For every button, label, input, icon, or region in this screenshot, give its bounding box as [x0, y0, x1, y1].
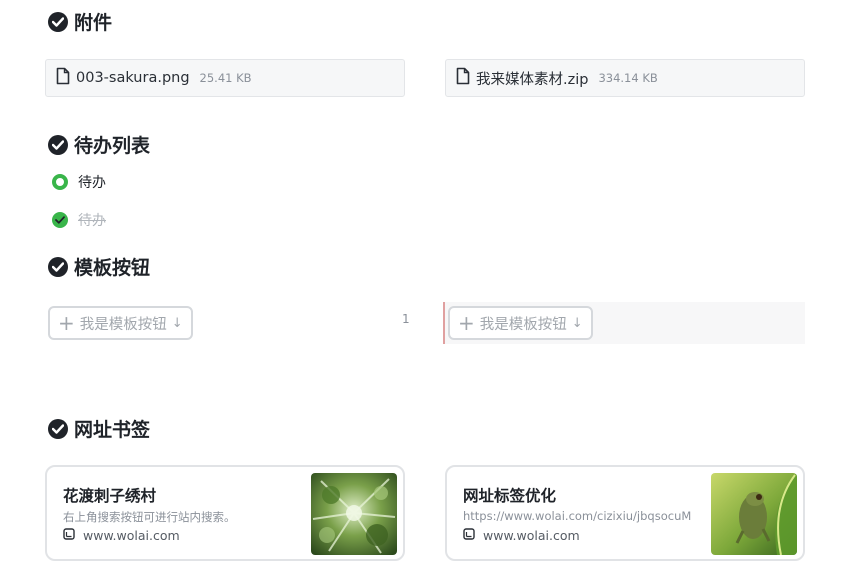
site-favicon-icon: [63, 528, 75, 543]
bookmark-description: 右上角搜索按钮可进行站内搜索。: [63, 510, 236, 524]
todo-label: 待办: [78, 213, 106, 229]
attachment-size: 334.14 KB: [598, 71, 658, 85]
check-circle-icon: [48, 418, 68, 439]
bookmark-card[interactable]: 花渡刺子绣村 右上角搜索按钮可进行站内搜索。 www.wolai.com: [45, 465, 405, 561]
todo-checkbox-unchecked-icon[interactable]: [52, 174, 68, 190]
attachment-file[interactable]: 我来媒体素材.zip 334.14 KB: [445, 59, 805, 97]
attachments-heading: 附件: [48, 8, 112, 35]
bookmark-site-label: www.wolai.com: [83, 528, 180, 543]
plus-icon: +: [458, 311, 475, 335]
templates-title: 模板按钮: [74, 257, 151, 279]
todo-item[interactable]: 待办: [52, 210, 106, 230]
bookmark-site-label: www.wolai.com: [483, 528, 580, 543]
attachment-size: 25.41 KB: [199, 71, 252, 85]
check-circle-icon: [48, 134, 68, 155]
file-icon: [56, 67, 70, 89]
bookmarks-heading: 网址书签: [48, 415, 150, 442]
todo-item[interactable]: 待办: [52, 172, 106, 192]
template-button-label: 我是模板按钮: [479, 316, 567, 333]
bookmarks-title: 网址书签: [74, 419, 151, 441]
bookmark-title: 花渡刺子绣村: [63, 487, 157, 505]
template-button[interactable]: + 我是模板按钮 ↓: [48, 306, 193, 340]
bookmark-thumbnail-image: [311, 473, 397, 555]
bookmark-title: 网址标签优化: [463, 487, 557, 505]
template-button[interactable]: + 我是模板按钮 ↓: [448, 306, 593, 340]
bookmark-site: www.wolai.com: [463, 528, 580, 543]
attachments-title: 附件: [74, 12, 113, 34]
bookmark-card[interactable]: 网址标签优化 https://www.wolai.com/cizixiu/jbq…: [445, 465, 805, 561]
arrow-down-icon: ↓: [571, 315, 583, 331]
check-circle-icon: [48, 256, 68, 277]
templates-heading: 模板按钮: [48, 253, 150, 280]
file-icon: [456, 67, 470, 89]
site-favicon-icon: [463, 528, 475, 543]
counter-label: 1: [402, 312, 410, 326]
template-button-label: 我是模板按钮: [79, 316, 167, 333]
todos-title: 待办列表: [74, 135, 151, 157]
bookmark-thumbnail-image: [711, 473, 797, 555]
bookmark-description: https://www.wolai.com/cizixiu/jbqsocuM: [463, 509, 692, 523]
attachment-file[interactable]: 003-sakura.png 25.41 KB: [45, 59, 405, 97]
arrow-down-icon: ↓: [171, 315, 183, 331]
check-circle-icon: [48, 11, 68, 32]
bookmark-site: www.wolai.com: [63, 528, 180, 543]
plus-icon: +: [58, 311, 75, 335]
attachment-name: 我来媒体素材.zip: [476, 71, 589, 88]
attachment-name: 003-sakura.png: [76, 70, 190, 86]
todos-heading: 待办列表: [48, 131, 150, 158]
todo-label: 待办: [78, 175, 106, 191]
todo-checkbox-checked-icon[interactable]: [52, 212, 68, 228]
